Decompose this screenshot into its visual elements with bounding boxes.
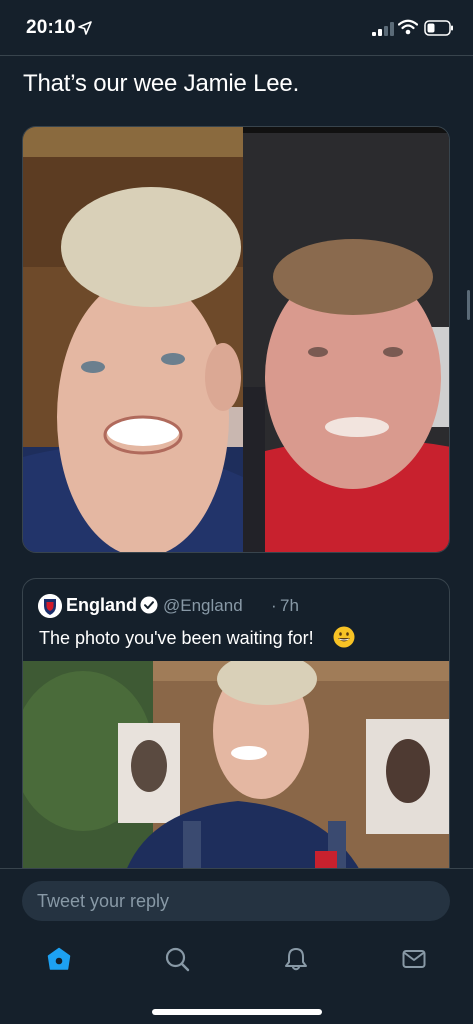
- quoted-tweet-card[interactable]: England @England · 7h The photo you've b…: [22, 578, 450, 898]
- tweet-detail-screen: 20:10 That’s our wee Jamie Lee. England …: [0, 0, 473, 1024]
- england-crest-icon: [38, 594, 62, 618]
- right-photo[interactable]: [243, 127, 450, 553]
- reply-input[interactable]: [22, 881, 450, 921]
- timestamp-separator: ·: [271, 596, 277, 615]
- quoted-author-handle[interactable]: @England: [163, 596, 243, 616]
- status-time: 20:10: [26, 17, 76, 38]
- battery-icon: [424, 20, 453, 36]
- wifi-icon: [398, 19, 418, 35]
- verified-icon: [140, 596, 158, 614]
- scrollbar[interactable]: [467, 290, 470, 320]
- quoted-tweet-photo[interactable]: [23, 661, 450, 898]
- media-grid: [23, 127, 450, 553]
- search-icon: [165, 947, 190, 972]
- tweet-media[interactable]: [22, 126, 450, 553]
- left-photo[interactable]: [23, 127, 243, 553]
- home-icon: [47, 947, 71, 970]
- tab-search[interactable]: [152, 942, 202, 976]
- tweet-text: That’s our wee Jamie Lee.: [23, 70, 300, 97]
- location-arrow-icon: [78, 21, 92, 35]
- quoted-timestamp: 7h: [280, 596, 299, 615]
- tab-notifications[interactable]: [271, 942, 321, 976]
- quoted-author-name[interactable]: England: [66, 595, 137, 616]
- grinning-face-icon: [333, 626, 355, 648]
- tab-messages[interactable]: [389, 942, 439, 976]
- home-indicator[interactable]: [152, 1009, 322, 1015]
- messages-icon: [402, 950, 426, 968]
- status-bar: 20:10: [0, 0, 473, 56]
- reply-bar: [0, 868, 473, 928]
- cellular-signal-icon: [372, 22, 394, 36]
- avatar[interactable]: [38, 594, 62, 618]
- tab-home[interactable]: [34, 942, 84, 976]
- top-divider: [0, 55, 473, 56]
- notifications-icon: [285, 948, 307, 971]
- quoted-tweet-text: The photo you've been waiting for!: [39, 628, 314, 648]
- tab-bar: [0, 928, 473, 1024]
